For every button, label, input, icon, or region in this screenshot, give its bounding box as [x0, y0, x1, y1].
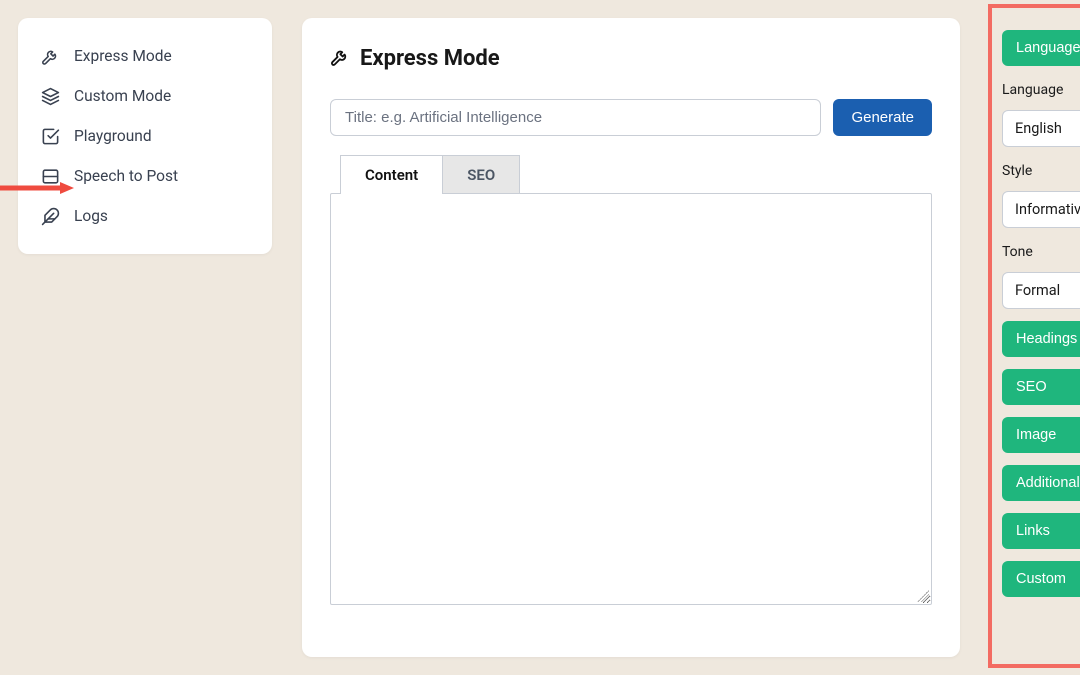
sidebar-item-label: Speech to Post [74, 167, 178, 185]
wrench-icon [330, 47, 350, 71]
content-editor[interactable] [330, 193, 932, 605]
page-title: Express Mode [360, 46, 500, 71]
sidebar-item-label: Express Mode [74, 47, 172, 65]
panel-links-button[interactable]: Links [1002, 513, 1080, 549]
sidebar-item-custom-mode[interactable]: Custom Mode [18, 76, 272, 116]
generate-button[interactable]: Generate [833, 99, 932, 136]
sidebar-item-label: Custom Mode [74, 87, 171, 105]
sidebar-item-speech-to-post[interactable]: Speech to Post [18, 156, 272, 196]
page-header: Express Mode [330, 46, 932, 71]
panel-image-button[interactable]: Image [1002, 417, 1080, 453]
sidebar: Express Mode Custom Mode Playground Spee… [18, 18, 272, 254]
layers-icon [40, 86, 60, 106]
sidebar-item-label: Logs [74, 207, 108, 225]
sidebar-item-logs[interactable]: Logs [18, 196, 272, 236]
tone-select[interactable]: Formal [1002, 272, 1080, 309]
field-label-language: Language [1002, 82, 1080, 98]
sidebar-item-playground[interactable]: Playground [18, 116, 272, 156]
panel-additional-button[interactable]: Additional [1002, 465, 1080, 501]
feather-icon [40, 206, 60, 226]
main-panel: Express Mode Generate Content SEO [302, 18, 960, 657]
wrench-icon [40, 46, 60, 66]
settings-panel: Language Language English Style Informat… [990, 18, 1080, 657]
panel-custom-button[interactable]: Custom [1002, 561, 1080, 597]
field-label-tone: Tone [1002, 244, 1080, 260]
tab-content[interactable]: Content [340, 155, 443, 194]
sidebar-item-label: Playground [74, 127, 152, 145]
sidebar-item-express-mode[interactable]: Express Mode [18, 36, 272, 76]
language-select[interactable]: English [1002, 110, 1080, 147]
field-label-style: Style [1002, 163, 1080, 179]
tab-seo[interactable]: SEO [443, 155, 520, 194]
tabs: Content SEO [340, 154, 932, 193]
title-input[interactable] [330, 99, 821, 136]
style-select[interactable]: Informative [1002, 191, 1080, 228]
panel-seo-button[interactable]: SEO [1002, 369, 1080, 405]
database-icon [40, 166, 60, 186]
panel-headings-button[interactable]: Headings [1002, 321, 1080, 357]
panel-language-button[interactable]: Language [1002, 30, 1080, 66]
check-square-icon [40, 126, 60, 146]
